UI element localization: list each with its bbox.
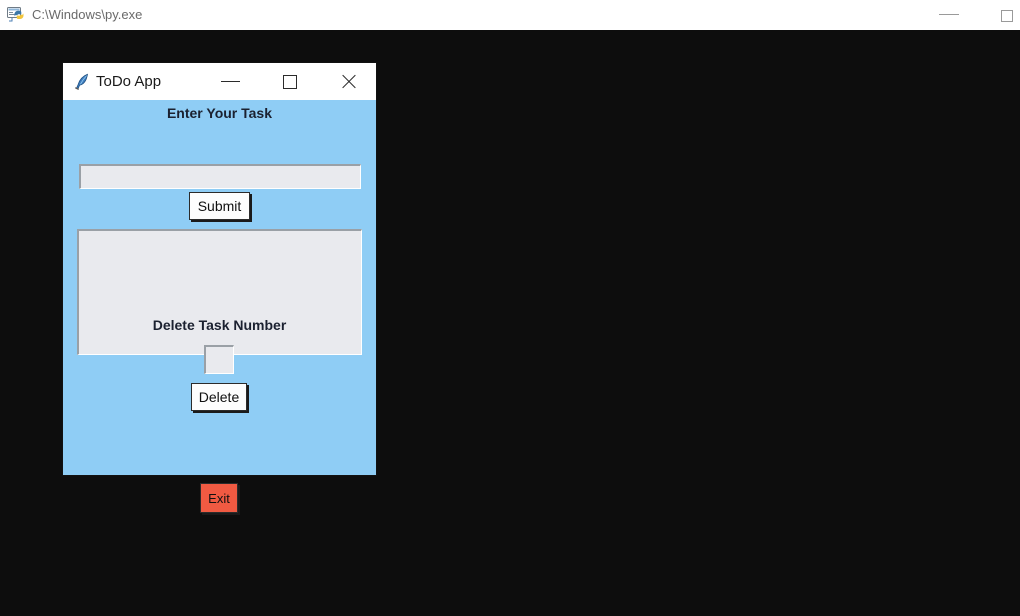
todo-maximize-button[interactable] (267, 63, 313, 100)
todo-app-title: ToDo App (96, 63, 161, 100)
task-listbox[interactable] (77, 229, 362, 355)
console-title: C:\Windows\py.exe (32, 0, 142, 30)
tk-feather-icon (73, 72, 93, 92)
todo-app-content: Enter Your Task Submit Delete Task Numbe… (63, 100, 376, 475)
enter-task-label: Enter Your Task (63, 105, 376, 121)
maximize-icon (283, 75, 297, 89)
todo-app-window: ToDo App Enter Your Task Submit Delete T… (62, 62, 377, 476)
delete-task-number-label: Delete Task Number (63, 317, 376, 333)
todo-minimize-button[interactable] (208, 63, 254, 100)
console-titlebar: C:\Windows\py.exe (0, 0, 1020, 31)
todo-app-titlebar[interactable]: ToDo App (63, 63, 376, 100)
console-minimize-button[interactable] (926, 0, 972, 30)
delete-task-number-input[interactable] (204, 345, 234, 374)
maximize-icon (1001, 10, 1013, 22)
todo-close-button[interactable] (325, 63, 371, 100)
console-maximize-button[interactable] (985, 0, 1020, 30)
minimize-icon (221, 81, 240, 82)
python-console-icon (7, 6, 25, 24)
task-input[interactable] (79, 164, 361, 189)
exit-button[interactable]: Exit (200, 483, 238, 513)
submit-button[interactable]: Submit (189, 192, 250, 220)
console-window: C:\Windows\py.exe ToDo App (0, 0, 1020, 616)
delete-button[interactable]: Delete (191, 383, 247, 411)
minimize-icon (939, 14, 959, 15)
